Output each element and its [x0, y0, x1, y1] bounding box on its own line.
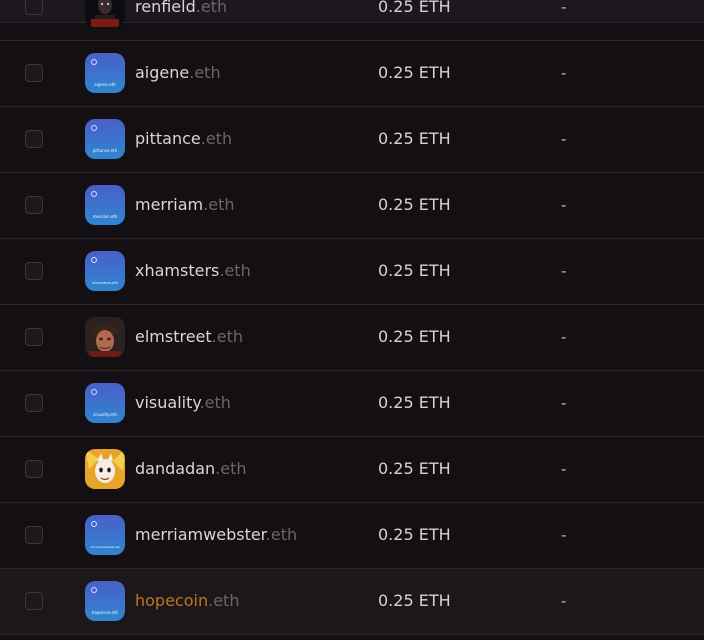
- avatar-caption: pittance.eth: [93, 148, 118, 153]
- ens-logo-icon: merriamwebster.eth: [85, 515, 125, 555]
- ens-logo-icon: visuality.eth: [85, 383, 125, 423]
- domain-label: merriam: [135, 195, 204, 214]
- domain-tld: .eth: [208, 591, 240, 610]
- row-checkbox[interactable]: [25, 262, 43, 280]
- price-value: 0.25 ETH: [378, 261, 451, 280]
- domain-label: pittance: [135, 129, 201, 148]
- price-value: 0.25 ETH: [378, 393, 451, 412]
- domain-name[interactable]: renfield.eth: [135, 0, 227, 18]
- domain-tld: .eth: [219, 261, 251, 280]
- domain-label: dandadan: [135, 459, 216, 478]
- domain-tld: .eth: [265, 525, 298, 544]
- avatar-caption: visuality.eth: [93, 412, 117, 417]
- last-sale-value: -: [561, 394, 567, 412]
- ens-logo-icon: xhamsters.eth: [85, 251, 125, 291]
- domain-tld: .eth: [211, 327, 244, 346]
- domain-name[interactable]: aigene.eth: [135, 62, 221, 84]
- table-row[interactable]: dandadan.eth 0.25 ETH -: [0, 437, 704, 503]
- price-value: 0.25 ETH: [378, 591, 451, 610]
- price-value: 0.25 ETH: [378, 525, 451, 544]
- last-sale-value: -: [561, 262, 567, 280]
- table-row[interactable]: merriamwebster.eth merriamwebster.eth 0.…: [0, 503, 704, 569]
- avatar-caption: xhamsters.eth: [92, 281, 118, 285]
- domain-name[interactable]: elmstreet.eth: [135, 326, 243, 348]
- domain-name[interactable]: pittance.eth: [135, 128, 232, 150]
- last-sale-value: -: [561, 460, 567, 478]
- row-checkbox[interactable]: [25, 592, 43, 610]
- price-value: 0.25 ETH: [378, 63, 451, 82]
- domain-label: visuality: [135, 393, 200, 412]
- avatar-caption: hopecoin.eth: [92, 610, 119, 615]
- domain-tld: .eth: [200, 129, 233, 148]
- domain-label: xhamsters: [135, 261, 220, 280]
- table-row[interactable]: hopecoin.eth hopecoin.eth 0.25 ETH -: [0, 569, 704, 635]
- row-checkbox[interactable]: [25, 64, 43, 82]
- table-row[interactable]: elmstreet.eth 0.25 ETH -: [0, 305, 704, 371]
- row-checkbox[interactable]: [25, 196, 43, 214]
- last-sale-value: -: [561, 64, 567, 82]
- domain-label: elmstreet: [135, 327, 212, 346]
- price-value: 0.25 ETH: [378, 0, 451, 16]
- ens-logo-icon: aigene.eth: [85, 53, 125, 93]
- avatar-caption: merriamwebster.eth: [90, 545, 120, 549]
- domain-label: aigene: [135, 63, 190, 82]
- row-checkbox[interactable]: [25, 0, 43, 15]
- portrait-dark-icon: [85, 0, 125, 27]
- domain-name[interactable]: merriamwebster.eth: [135, 524, 297, 546]
- domain-label: merriamwebster: [135, 525, 266, 544]
- price-value: 0.25 ETH: [378, 327, 451, 346]
- domain-label: hopecoin: [135, 591, 209, 610]
- row-checkbox[interactable]: [25, 526, 43, 544]
- last-sale-value: -: [561, 196, 567, 214]
- domain-tld: .eth: [195, 0, 228, 16]
- table-row[interactable]: renfield.eth 0.25 ETH -: [0, 0, 704, 41]
- table-row[interactable]: merriam.eth merriam.eth 0.25 ETH -: [0, 173, 704, 239]
- domain-name[interactable]: dandadan.eth: [135, 458, 247, 480]
- table-row[interactable]: pittance.eth pittance.eth 0.25 ETH -: [0, 107, 704, 173]
- table-row[interactable]: visuality.eth visuality.eth 0.25 ETH -: [0, 371, 704, 437]
- domain-tld: .eth: [199, 393, 231, 412]
- price-value: 0.25 ETH: [378, 129, 451, 148]
- last-sale-value: -: [561, 130, 567, 148]
- domain-list-page: renfield.eth 0.25 ETH - aigene.eth aigen…: [0, 0, 704, 640]
- last-sale-value: -: [561, 0, 567, 16]
- domain-name[interactable]: visuality.eth: [135, 392, 231, 414]
- last-sale-value: -: [561, 592, 567, 610]
- domain-tld: .eth: [189, 63, 221, 82]
- price-value: 0.25 ETH: [378, 195, 451, 214]
- domain-name[interactable]: xhamsters.eth: [135, 260, 251, 282]
- row-checkbox[interactable]: [25, 130, 43, 148]
- table-row[interactable]: aigene.eth aigene.eth 0.25 ETH -: [0, 41, 704, 107]
- domain-name[interactable]: hopecoin.eth: [135, 590, 239, 612]
- domain-name[interactable]: merriam.eth: [135, 194, 234, 216]
- avatar-caption: aigene.eth: [94, 82, 116, 87]
- row-checkbox[interactable]: [25, 460, 43, 478]
- domain-tld: .eth: [215, 459, 247, 478]
- domain-label: renfield: [135, 0, 196, 16]
- ens-logo-icon: hopecoin.eth: [85, 581, 125, 621]
- row-checkbox[interactable]: [25, 394, 43, 412]
- domain-tld: .eth: [203, 195, 235, 214]
- price-value: 0.25 ETH: [378, 459, 451, 478]
- cartoon-character-icon: [85, 449, 125, 489]
- domain-list: renfield.eth 0.25 ETH - aigene.eth aigen…: [0, 0, 704, 635]
- table-row[interactable]: xhamsters.eth xhamsters.eth 0.25 ETH -: [0, 239, 704, 305]
- row-checkbox[interactable]: [25, 328, 43, 346]
- avatar-caption: merriam.eth: [93, 214, 118, 219]
- ens-logo-icon: pittance.eth: [85, 119, 125, 159]
- last-sale-value: -: [561, 328, 567, 346]
- portrait-face-icon: [85, 317, 125, 357]
- last-sale-value: -: [561, 526, 567, 544]
- ens-logo-icon: merriam.eth: [85, 185, 125, 225]
